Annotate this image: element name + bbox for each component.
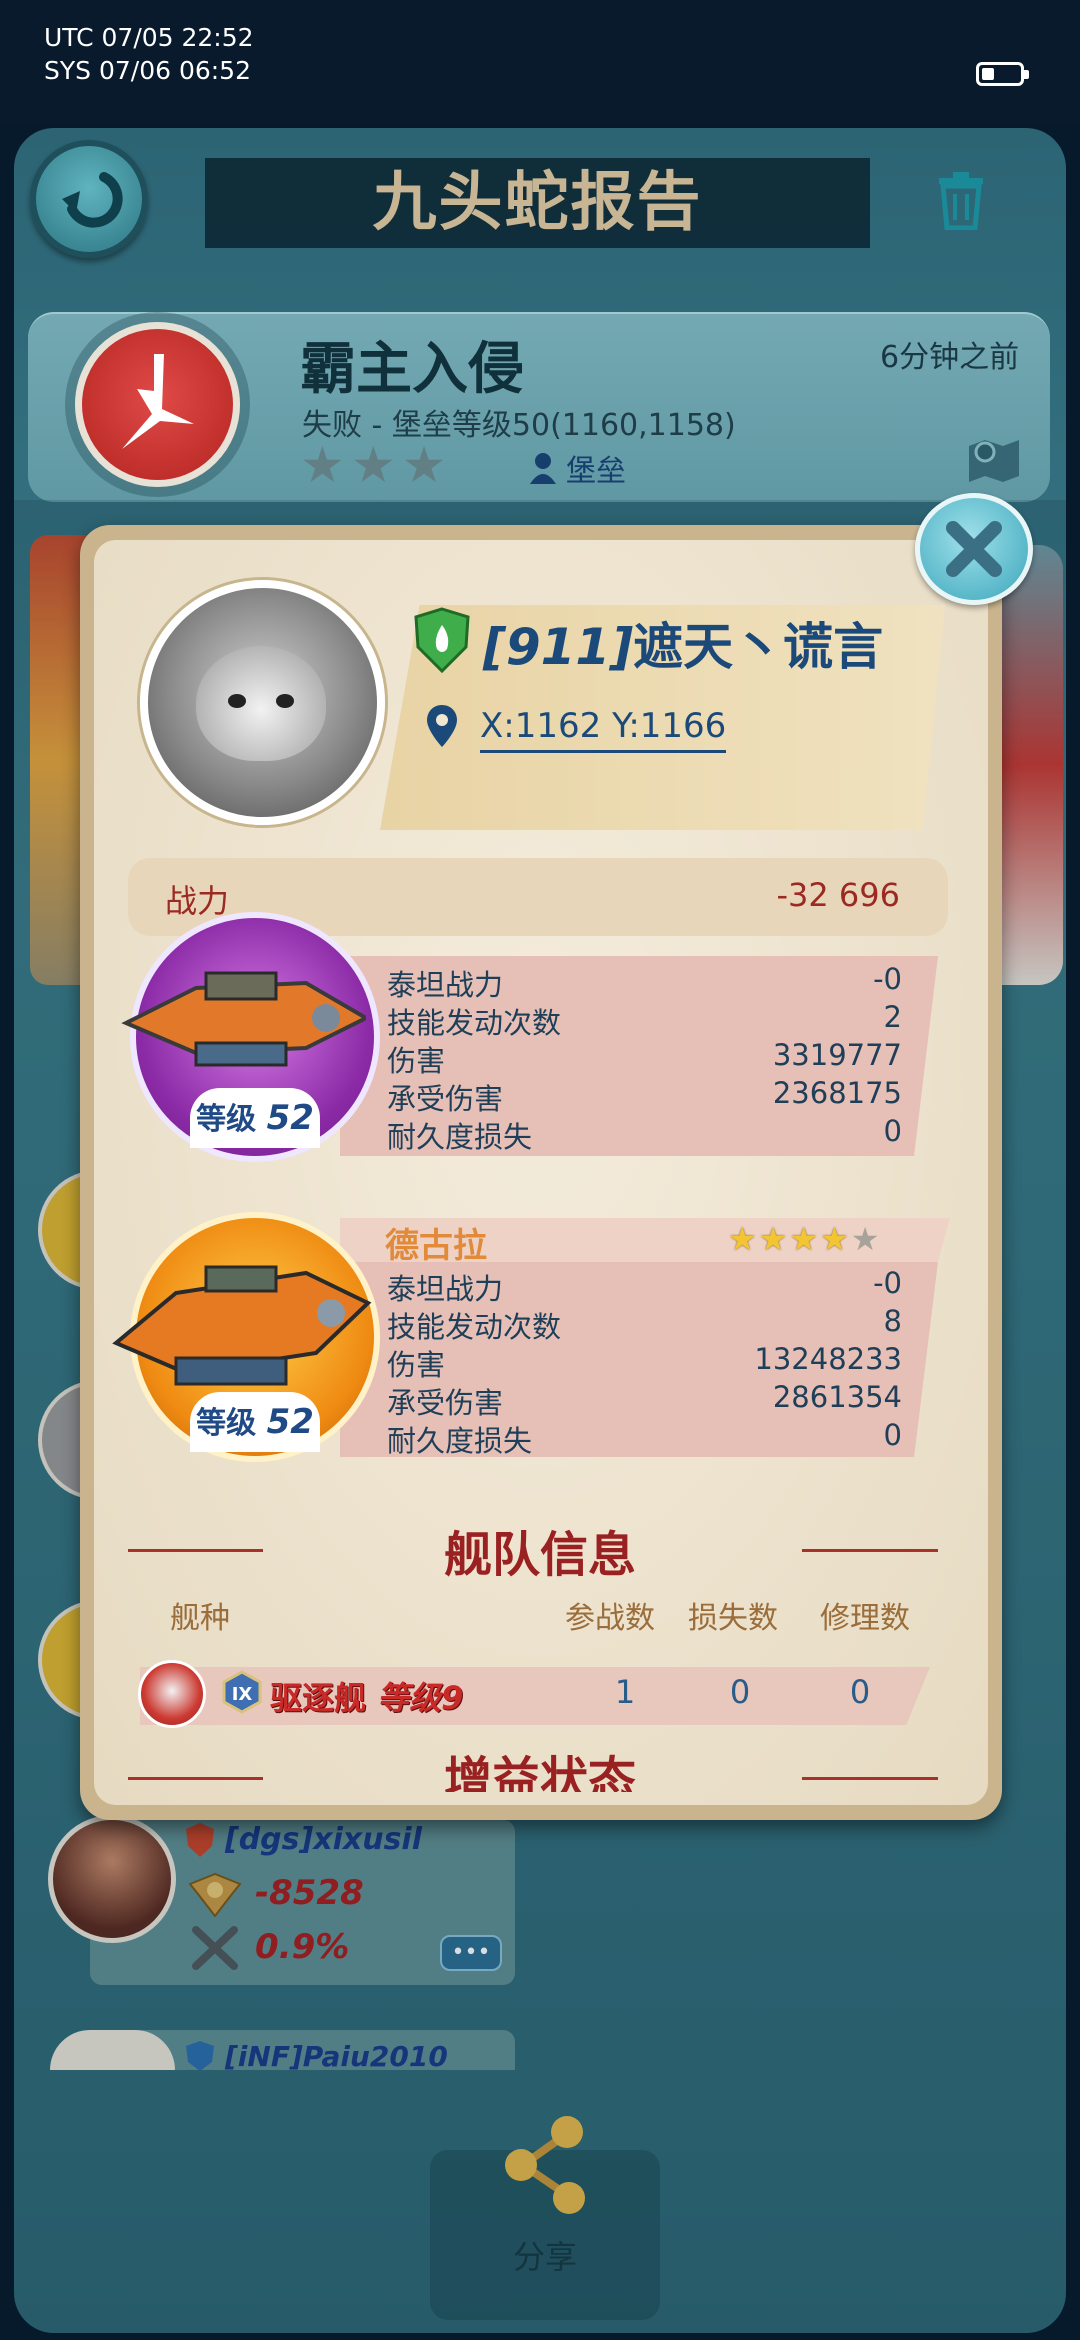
svg-text:IX: IX	[232, 1684, 253, 1705]
alliance-shield-icon	[414, 607, 470, 673]
column-header: 修理数	[820, 1601, 910, 1636]
destroyer-icon	[138, 1660, 206, 1728]
filled-star-icon: ★	[789, 1220, 819, 1258]
battery-icon	[976, 62, 1029, 86]
fleet-ship-name: 驱逐舰 等级9	[270, 1679, 464, 1717]
report-time: 6分钟之前	[880, 340, 1020, 375]
trash-icon[interactable]	[935, 170, 987, 230]
unit-star-rating: ★ ★ ★ ★ ★	[728, 1222, 879, 1256]
report-title: 霸主入侵	[300, 337, 524, 402]
page-title: 九头蛇报告	[372, 166, 703, 240]
report-stars: ★ ★ ★	[300, 440, 446, 490]
divider	[802, 1549, 938, 1552]
close-icon	[946, 521, 1002, 577]
stat-row: 承受伤害 2861354	[387, 1380, 902, 1420]
stat-row: 伤害 3319777	[387, 1038, 902, 1078]
player-avatar	[140, 580, 385, 825]
person-icon	[530, 453, 556, 484]
filled-star-icon: ★	[758, 1220, 788, 1258]
fleet-lost: 0	[729, 1673, 751, 1711]
divider	[128, 1549, 263, 1552]
back-arrow-icon	[62, 172, 123, 228]
column-header: 舰种	[170, 1601, 230, 1636]
stat-row: 技能发动次数 2	[387, 1000, 902, 1040]
divider	[802, 1777, 938, 1780]
column-header: 损失数	[688, 1601, 778, 1636]
power-label: 战力	[165, 882, 230, 920]
owner-label: 堡垒	[530, 446, 626, 490]
utc-time: UTC 07/05 22:52	[44, 23, 254, 52]
stat-row: 耐久度损失 0	[387, 1114, 902, 1154]
stat-row: 伤害 13248233	[387, 1342, 902, 1382]
unit-level-badge: 等级 52	[190, 1392, 320, 1452]
invasion-icon	[75, 322, 240, 487]
stat-row: 泰坦战力 -0	[387, 962, 902, 1002]
rank-badge-icon: IX	[222, 1670, 262, 1714]
fleet-section-title: 舰队信息	[443, 1527, 636, 1583]
stat-row: 承受伤害 2368175	[387, 1076, 902, 1116]
unit-name: 德古拉	[385, 1226, 487, 1266]
filled-star-icon: ★	[728, 1220, 757, 1258]
fleet-repaired: 0	[849, 1673, 871, 1711]
empty-star-icon: ★	[401, 436, 447, 494]
empty-star-icon: ★	[300, 436, 345, 494]
player-coordinates-link[interactable]: X:1162 Y:1166	[480, 706, 727, 753]
fleet-joined: 1	[614, 1673, 636, 1711]
back-button[interactable]	[30, 140, 148, 258]
bookmark-map-icon[interactable]	[965, 436, 1023, 484]
stat-row: 耐久度损失 0	[387, 1418, 902, 1458]
empty-star-icon: ★	[850, 1220, 880, 1258]
empty-star-icon: ★	[350, 436, 396, 494]
column-header: 参战数	[565, 1601, 655, 1636]
divider	[128, 1777, 263, 1780]
filled-star-icon: ★	[820, 1220, 849, 1258]
player-name: [911]遮天丶谎言	[483, 618, 884, 676]
stat-row: 泰坦战力 -0	[387, 1266, 902, 1306]
unit-level-badge: 等级 52	[190, 1088, 320, 1148]
sys-time: SYS 07/06 06:52	[44, 56, 251, 85]
stat-row: 技能发动次数 8	[387, 1304, 902, 1344]
location-pin-icon	[427, 705, 457, 747]
close-button[interactable]	[915, 493, 1033, 605]
power-value: -32 696	[776, 876, 900, 914]
buff-section-title: 增益状态	[443, 1752, 636, 1792]
